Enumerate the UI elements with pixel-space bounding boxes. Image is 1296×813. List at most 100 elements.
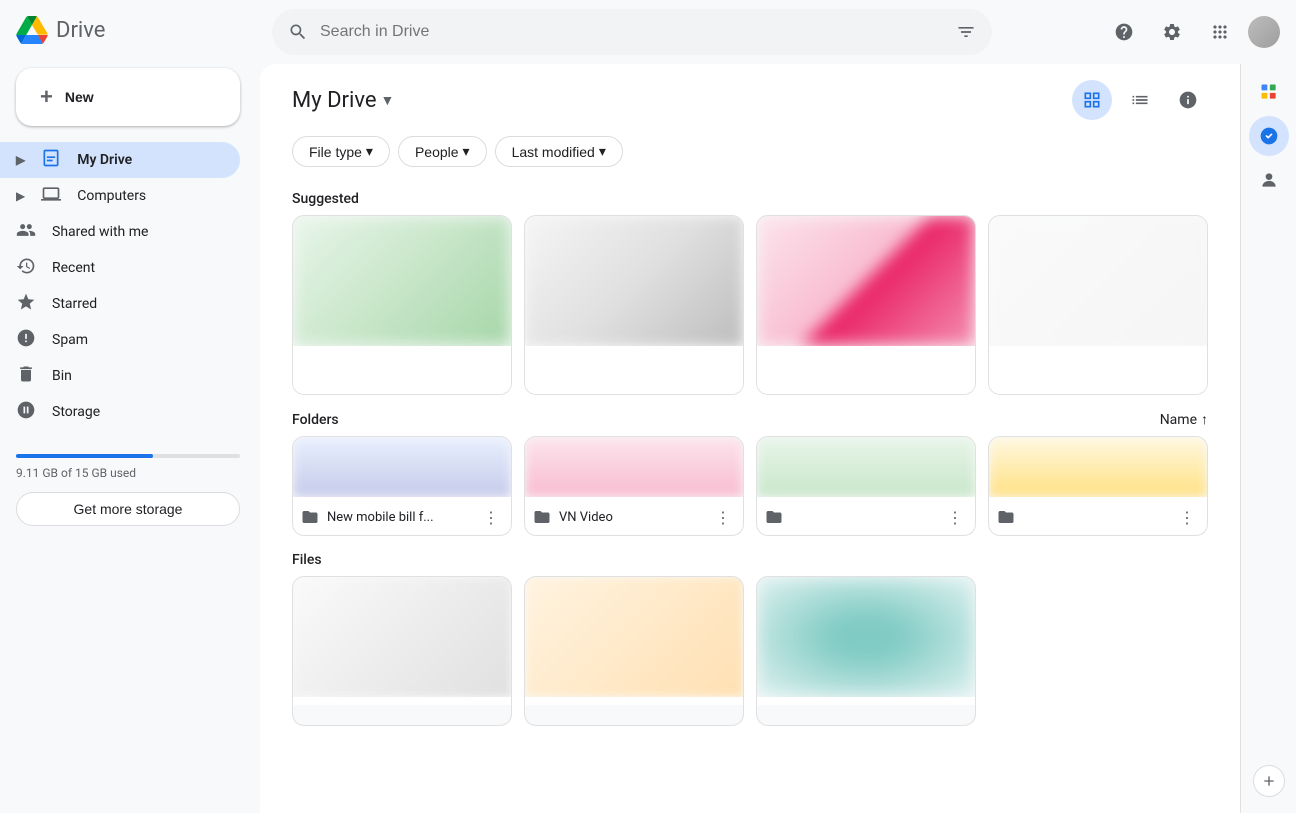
folder-menu-1[interactable]: ⋮ — [479, 504, 503, 531]
suggested-card-3[interactable] — [756, 215, 976, 395]
thumb-img-2 — [525, 216, 743, 346]
thumb-footer-4 — [989, 346, 1207, 395]
apps-button[interactable] — [1200, 12, 1240, 52]
folder-info-2: VN Video — [533, 508, 613, 526]
file-card-3[interactable] — [756, 576, 976, 726]
folder-name-2: VN Video — [559, 510, 613, 525]
grid-view-button[interactable] — [1072, 80, 1112, 120]
suggested-card-4[interactable] — [988, 215, 1208, 395]
file-card-1[interactable] — [292, 576, 512, 726]
folder-menu-2[interactable]: ⋮ — [711, 504, 735, 531]
storage-section: 9.11 GB of 15 GB used Get more storage — [16, 446, 240, 526]
contacts-icon — [1259, 170, 1279, 190]
folder-card-4[interactable]: ⋮ — [988, 436, 1208, 536]
sidebar-item-spam[interactable]: Spam — [0, 322, 240, 358]
suggested-card-1[interactable] — [292, 215, 512, 395]
thumb-footer-1 — [293, 346, 511, 395]
help-icon — [1114, 22, 1134, 42]
last-modified-filter[interactable]: Last modified ▾ — [495, 136, 623, 167]
folder-name-1: New mobile bill f... — [327, 510, 434, 525]
sidebar-item-label-storage: Storage — [52, 404, 100, 420]
search-box[interactable] — [272, 9, 992, 55]
calendar-button[interactable] — [1249, 72, 1289, 112]
suggested-card-2[interactable] — [524, 215, 744, 395]
folder-menu-3[interactable]: ⋮ — [943, 504, 967, 531]
sort-arrow-icon: ↑ — [1201, 411, 1208, 428]
drive-title-text: My Drive — [292, 88, 377, 113]
right-add-icon — [1261, 773, 1277, 789]
info-icon — [1178, 90, 1198, 110]
folders-header: Folders Name ↑ — [276, 395, 1224, 436]
sidebar-item-storage[interactable]: Storage — [0, 394, 240, 430]
folders-grid: New mobile bill f... ⋮ VN — [276, 436, 1224, 536]
thumb-img-4 — [989, 216, 1207, 346]
thumb-footer-3 — [757, 346, 975, 395]
storage-bar-fill — [16, 454, 153, 458]
settings-icon — [1162, 22, 1182, 42]
filters: File type ▾ People ▾ Last modified ▾ — [276, 128, 1224, 175]
folder-card-2[interactable]: VN Video ⋮ — [524, 436, 744, 536]
help-button[interactable] — [1104, 12, 1144, 52]
files-section-header: Files — [276, 536, 1224, 576]
tasks-icon — [1259, 126, 1279, 146]
sidebar-item-label-starred: Starred — [52, 296, 97, 312]
folder-icon-1 — [301, 508, 319, 526]
new-button[interactable]: + New — [16, 68, 240, 126]
folder-card-1[interactable]: New mobile bill f... ⋮ — [292, 436, 512, 536]
folder-thumb-1 — [293, 437, 511, 497]
file-thumb-2 — [525, 577, 743, 697]
list-view-button[interactable] — [1120, 80, 1160, 120]
computers-expand-arrow: ▶ — [16, 189, 25, 203]
tasks-button[interactable] — [1249, 116, 1289, 156]
avatar[interactable] — [1248, 16, 1280, 48]
thumb-img-1 — [293, 216, 511, 346]
folder-blur-1 — [293, 437, 511, 497]
file-type-chevron: ▾ — [366, 143, 373, 160]
name-sort-button[interactable]: Name ↑ — [1160, 411, 1208, 428]
topbar — [256, 0, 1296, 64]
sidebar-item-computers[interactable]: ▶ Computers — [0, 178, 240, 214]
people-chevron: ▾ — [463, 143, 470, 160]
shared-icon — [16, 220, 36, 244]
folder-footer-3: ⋮ — [757, 497, 975, 536]
sidebar-item-my-drive[interactable]: ▶ My Drive — [0, 142, 240, 178]
thumb-blur-3 — [757, 216, 975, 346]
storage-bar-background — [16, 454, 240, 458]
contacts-button[interactable] — [1249, 160, 1289, 200]
right-add-button[interactable] — [1253, 765, 1285, 797]
drive-header: My Drive ▼ — [276, 64, 1224, 128]
bin-icon — [16, 364, 36, 388]
recent-icon — [16, 256, 36, 280]
thumb-footer-2 — [525, 346, 743, 395]
file-card-2[interactable] — [524, 576, 744, 726]
info-button[interactable] — [1168, 80, 1208, 120]
folder-thumb-3 — [757, 437, 975, 497]
search-input[interactable] — [320, 23, 944, 41]
filter-search-icon[interactable] — [956, 22, 976, 42]
sidebar-item-label-my-drive: My Drive — [77, 152, 132, 168]
folder-blur-3 — [757, 437, 975, 497]
sidebar-item-recent[interactable]: Recent — [0, 250, 240, 286]
my-drive-icon — [41, 148, 61, 173]
chevron-down-icon: ▼ — [381, 92, 395, 109]
sidebar-item-starred[interactable]: Starred — [0, 286, 240, 322]
get-more-storage-button[interactable]: Get more storage — [16, 492, 240, 526]
sidebar-item-shared-with-me[interactable]: Shared with me — [0, 214, 240, 250]
drive-title[interactable]: My Drive ▼ — [292, 88, 394, 113]
folder-menu-4[interactable]: ⋮ — [1175, 504, 1199, 531]
people-filter[interactable]: People ▾ — [398, 136, 487, 167]
thumb-blur-4 — [989, 216, 1207, 346]
settings-button[interactable] — [1152, 12, 1192, 52]
file-footer-1 — [293, 697, 511, 705]
sidebar-item-label-bin: Bin — [52, 368, 72, 384]
folder-footer-1: New mobile bill f... ⋮ — [293, 497, 511, 536]
thumb-blur-1 — [293, 216, 511, 346]
file-type-filter[interactable]: File type ▾ — [292, 136, 390, 167]
spam-icon — [16, 328, 36, 352]
thumb-blur-2 — [525, 216, 743, 346]
folder-info-1: New mobile bill f... — [301, 508, 434, 526]
folder-footer-4: ⋮ — [989, 497, 1207, 536]
list-view-icon — [1130, 90, 1150, 110]
sidebar-item-bin[interactable]: Bin — [0, 358, 240, 394]
folder-card-3[interactable]: ⋮ — [756, 436, 976, 536]
